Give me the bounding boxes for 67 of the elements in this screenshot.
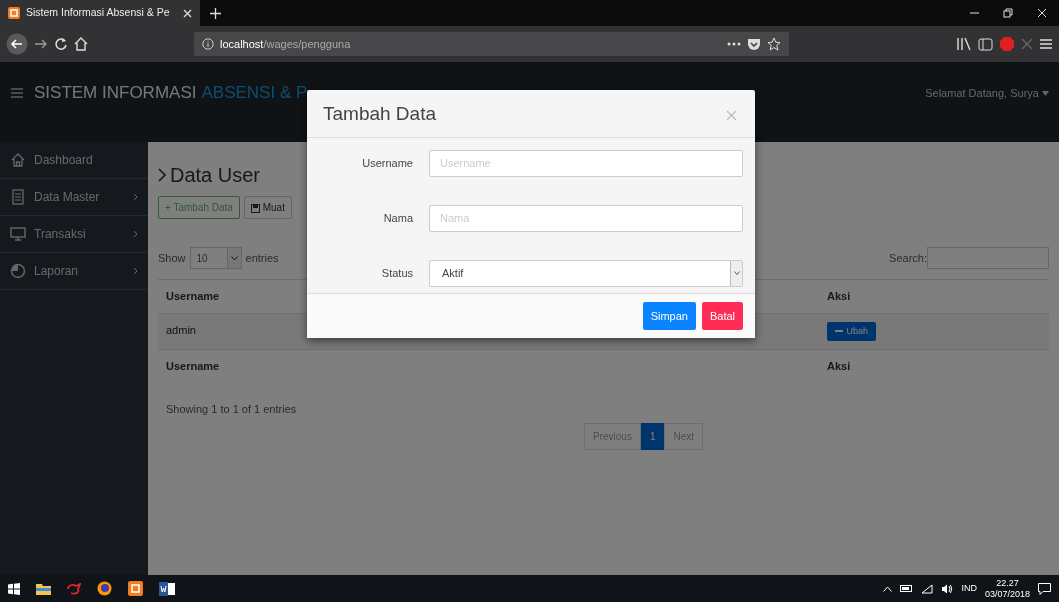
column-footer: Aksi xyxy=(819,349,1049,383)
length-label: Show xyxy=(158,250,186,266)
pagination-link[interactable]: 1 xyxy=(640,423,665,450)
modal-title: Tambah Data xyxy=(323,102,436,126)
library-icon[interactable] xyxy=(956,37,972,51)
edit-button[interactable]: Ubah xyxy=(827,321,877,341)
notification-icon[interactable] xyxy=(1038,582,1051,595)
chevron-icon xyxy=(133,230,138,238)
battery-icon[interactable] xyxy=(900,584,914,593)
clock[interactable]: 22.27 03/07/2018 xyxy=(984,577,1030,600)
info-icon xyxy=(202,38,214,50)
speaker-icon[interactable] xyxy=(941,583,954,594)
chevron-icon xyxy=(133,193,138,201)
favicon-icon xyxy=(8,7,20,19)
chevron-down-icon xyxy=(230,255,238,261)
address-bar[interactable]: localhost/wages/pengguna xyxy=(194,32,789,56)
xampp-icon[interactable] xyxy=(128,581,143,596)
save-icon xyxy=(250,203,260,213)
search-label: Search: xyxy=(889,250,927,266)
page-title-text: Data User xyxy=(170,163,261,188)
column-footer: Username xyxy=(158,349,358,383)
browser-tab[interactable]: Sistem Informasi Absensi & Pe xyxy=(0,0,200,26)
more-icon[interactable] xyxy=(727,42,741,46)
brand-title: SISTEM INFORMASI ABSENSI & P xyxy=(34,82,308,105)
pie-chart-icon xyxy=(10,263,26,279)
menu-icon[interactable] xyxy=(1039,38,1053,50)
folder-icon[interactable] xyxy=(36,582,51,595)
close-icon xyxy=(726,109,737,121)
language-indicator[interactable]: IND xyxy=(961,581,977,596)
back-icon[interactable] xyxy=(6,33,28,55)
tab-title: Sistem Informasi Absensi & Pe xyxy=(26,5,170,21)
field-label: Username xyxy=(361,155,414,171)
restore-icon[interactable] xyxy=(1003,8,1013,18)
save-button[interactable]: Simpan xyxy=(642,301,696,330)
forward-icon[interactable] xyxy=(34,37,48,51)
pencil-icon xyxy=(835,329,844,334)
field-label: Nama xyxy=(382,210,414,226)
browser-icon[interactable] xyxy=(97,581,112,596)
plus-icon[interactable] xyxy=(210,7,221,19)
star-icon[interactable] xyxy=(767,37,781,51)
page-length-select[interactable]: 10 xyxy=(189,247,242,269)
pocket-icon[interactable] xyxy=(747,37,761,51)
monitor-icon xyxy=(10,226,26,242)
search-field[interactable] xyxy=(927,247,1049,269)
chevron-icon xyxy=(158,168,166,182)
column-header: Aksi xyxy=(819,279,1049,313)
url-text[interactable]: localhost/wages/pengguna xyxy=(220,35,351,53)
add-data-button[interactable]: + Tambah Data xyxy=(158,196,240,219)
load-button[interactable]: Muat xyxy=(243,196,292,219)
windows-icon[interactable] xyxy=(8,582,20,595)
word-icon[interactable] xyxy=(159,581,175,596)
status-select[interactable]: Aktif xyxy=(429,259,743,287)
reload-icon[interactable] xyxy=(54,37,68,51)
home-icon[interactable] xyxy=(74,37,88,51)
chevron-down-icon xyxy=(733,271,740,275)
table-info: Showing 1 to 1 of 1 entries xyxy=(166,401,298,417)
user-menu[interactable]: Selamat Datang, Surya xyxy=(925,84,1049,102)
document-icon xyxy=(10,189,26,205)
caret-icon xyxy=(1042,91,1049,97)
field-label: Status xyxy=(380,265,414,281)
home-icon xyxy=(10,152,26,168)
cancel-button[interactable]: Batal xyxy=(701,301,743,330)
chevron-up-icon[interactable] xyxy=(883,585,893,592)
length-label: entries xyxy=(245,250,279,266)
app-icon[interactable] xyxy=(67,582,81,595)
sidebar-icon[interactable] xyxy=(978,37,993,51)
chevron-icon xyxy=(133,267,138,275)
